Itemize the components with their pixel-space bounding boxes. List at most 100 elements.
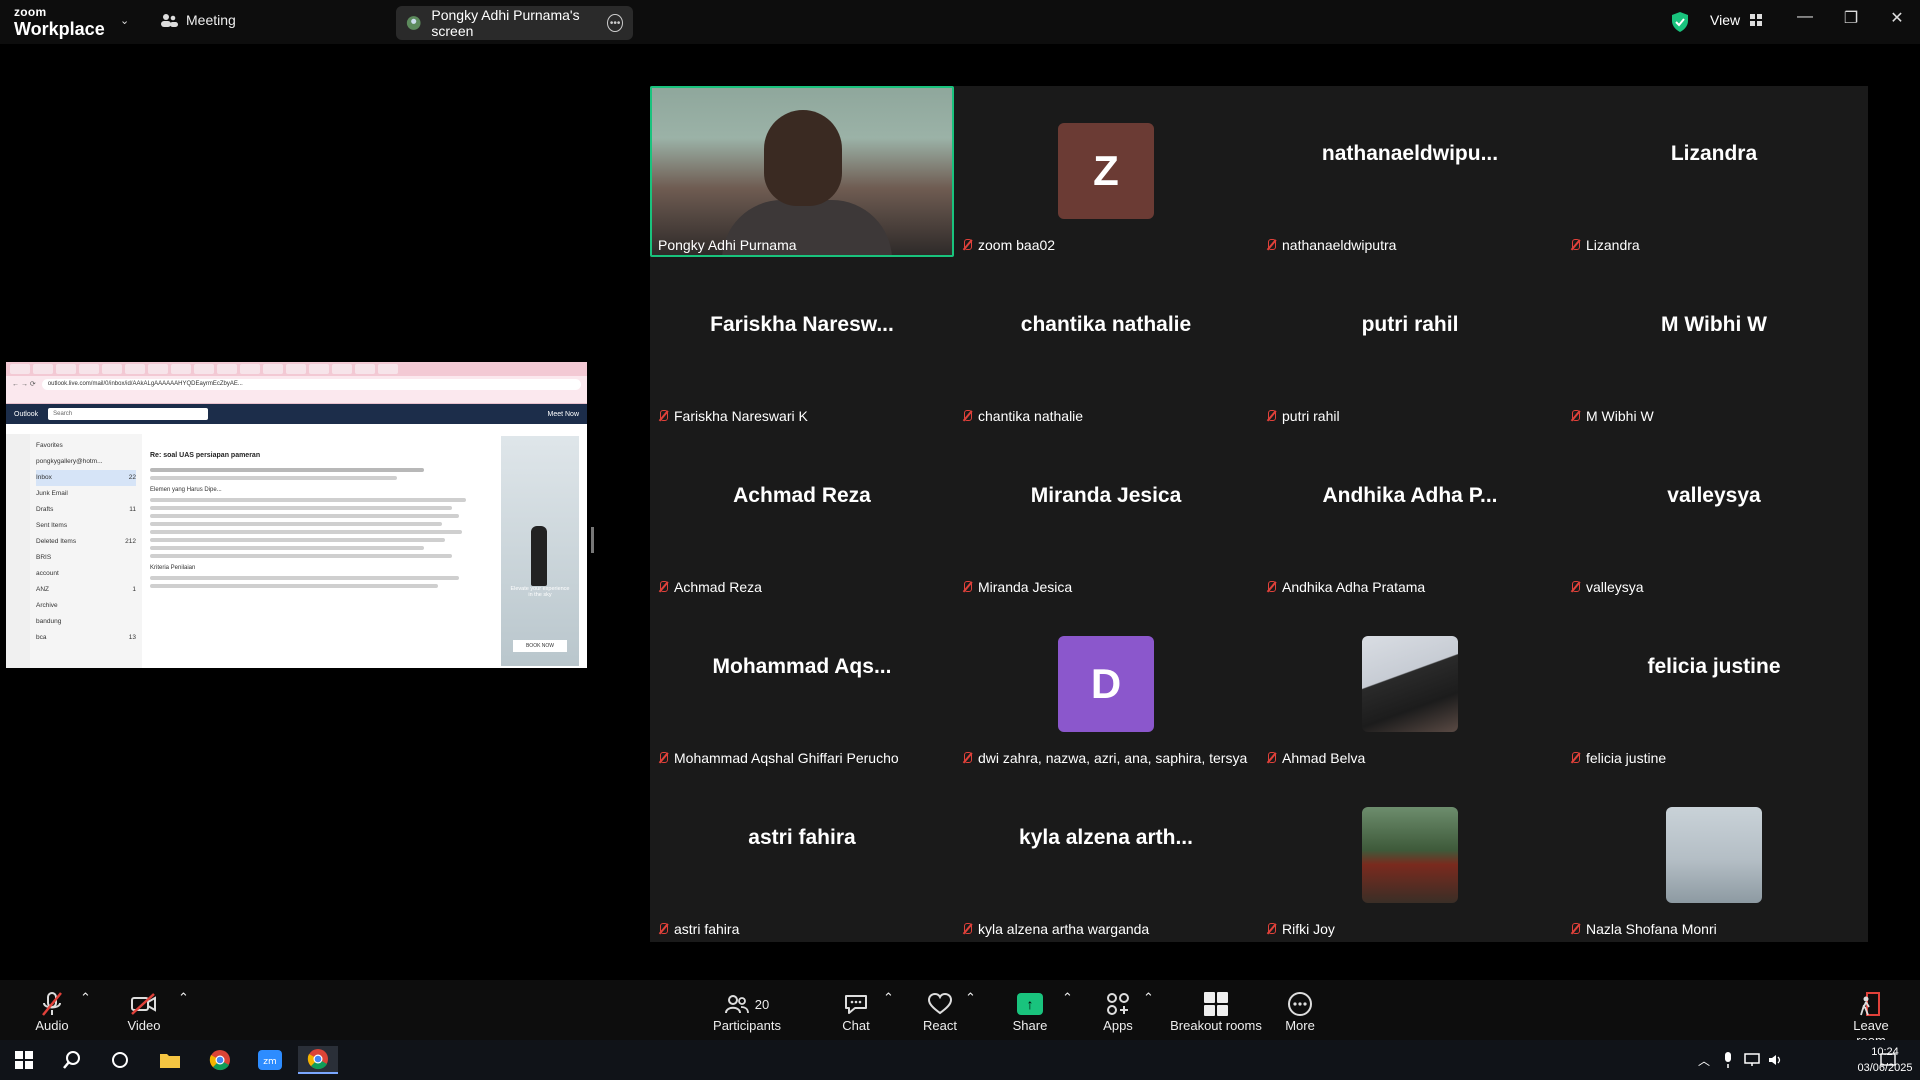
participant-tile[interactable]: Fariskha Naresw... Fariskha Nareswari K	[650, 257, 954, 428]
participant-tile[interactable]: Rifki Joy	[1258, 770, 1562, 941]
participant-tile[interactable]: putri rahil putri rahil	[1258, 257, 1562, 428]
zoom-workplace-logo[interactable]: zoom Workplace	[14, 6, 105, 38]
microphone-muted-icon	[1266, 409, 1276, 423]
participant-display-name: astri fahira	[748, 826, 856, 849]
participant-display-name: Mohammad Aqs...	[712, 655, 892, 678]
chevron-down-icon[interactable]: ⌄	[120, 14, 129, 27]
microphone-muted-icon	[658, 922, 668, 936]
share-button[interactable]: ↑ Share	[1010, 990, 1050, 1033]
file-explorer-icon[interactable]	[150, 1046, 190, 1074]
participant-tile[interactable]: M Wibhi W M Wibhi W	[1562, 257, 1866, 428]
share-options-caret[interactable]: ⌃	[1062, 990, 1073, 1006]
participant-name: kyla alzena artha warganda	[978, 921, 1150, 937]
people-icon	[161, 14, 178, 27]
participant-tile[interactable]: chantika nathalie chantika nathalie	[954, 257, 1258, 428]
microphone-muted-icon	[1570, 922, 1580, 936]
meet-now-label: Meet Now	[547, 410, 579, 418]
participant-display-name: nathanaeldwipu...	[1321, 142, 1499, 165]
screen-share-icon	[406, 16, 421, 30]
participant-tile[interactable]: Mohammad Aqs... Mohammad Aqshal Ghiffari …	[650, 599, 954, 770]
notification-icon[interactable]	[1876, 1046, 1900, 1074]
participant-tile[interactable]: Andhika Adha P... Andhika Adha Pratama	[1258, 428, 1562, 599]
microphone-muted-icon	[42, 992, 62, 1016]
microphone-muted-icon	[1570, 751, 1580, 765]
participant-tile[interactable]: valleysya valleysya	[1562, 428, 1866, 599]
microphone-muted-icon	[1570, 238, 1580, 252]
participant-tile[interactable]: Ahmad Belva	[1258, 599, 1562, 770]
folder-item: Archive	[36, 602, 58, 609]
zoom-app-icon[interactable]: zm	[250, 1046, 290, 1074]
breakout-rooms-icon	[1204, 992, 1228, 1016]
participants-button[interactable]: 20 Participants	[712, 990, 782, 1033]
participant-name-label: putri rahil	[1266, 408, 1340, 424]
microphone-muted-icon	[962, 409, 972, 423]
view-button[interactable]: View	[1710, 12, 1763, 28]
volume-icon[interactable]	[1764, 1046, 1788, 1074]
participant-tile[interactable]: Ddwi zahra, nazwa, azri, ana, saphira, t…	[954, 599, 1258, 770]
video-button[interactable]: Video	[126, 990, 162, 1033]
video-options-caret[interactable]: ⌃	[178, 990, 189, 1006]
participant-video	[650, 86, 954, 257]
shared-screen-label: Pongky Adhi Purnama's screen	[431, 7, 580, 39]
participant-name-label: zoom baa02	[962, 237, 1055, 253]
chevron-up-icon[interactable]: ︿	[1692, 1046, 1716, 1074]
network-icon[interactable]	[1740, 1046, 1764, 1074]
participant-name-label: Mohammad Aqshal Ghiffari Perucho	[658, 750, 899, 766]
participant-tile[interactable]: Lizandra Lizandra	[1562, 86, 1866, 257]
participant-tile[interactable]: nathanaeldwipu... nathanaeldwiputra	[1258, 86, 1562, 257]
participant-name: nathanaeldwiputra	[1282, 237, 1397, 253]
windows-start-icon[interactable]	[4, 1046, 44, 1074]
participant-name-label: Miranda Jesica	[962, 579, 1072, 595]
microphone-muted-icon	[1570, 580, 1580, 594]
audio-label: Audio	[35, 1018, 69, 1033]
chat-options-caret[interactable]: ⌃	[883, 990, 894, 1006]
chrome-icon[interactable]	[200, 1046, 240, 1074]
participant-tile[interactable]: Miranda Jesica Miranda Jesica	[954, 428, 1258, 599]
participant-tile[interactable]: Zzoom baa02	[954, 86, 1258, 257]
avatar-photo	[1362, 807, 1458, 903]
meeting-button[interactable]: Meeting	[160, 12, 236, 28]
participant-name-label: Lizandra	[1570, 237, 1640, 253]
participant-tile[interactable]: kyla alzena arth... kyla alzena artha war…	[954, 770, 1258, 941]
windows-taskbar: zm ︿ 10:24 03/06/2025	[0, 1040, 1920, 1080]
brand-top: zoom	[14, 5, 47, 19]
participant-name: Fariskha Nareswari K	[674, 408, 808, 424]
avatar-photo	[1362, 636, 1458, 732]
folder-item: ANZ 1	[36, 586, 136, 593]
svg-text:zm: zm	[263, 1057, 277, 1067]
participant-name-label: Andhika Adha Pratama	[1266, 579, 1425, 595]
task-view-icon[interactable]	[100, 1046, 140, 1074]
apps-options-caret[interactable]: ⌃	[1143, 990, 1154, 1006]
shared-screen-pill[interactable]: Pongky Adhi Purnama's screen •••	[396, 6, 633, 40]
participant-name: Nazla Shofana Monri	[1586, 921, 1717, 937]
close-icon[interactable]: ✕	[1882, 8, 1912, 28]
breakout-rooms-button[interactable]: Breakout rooms	[1166, 990, 1266, 1033]
apps-button[interactable]: Apps	[1098, 990, 1138, 1033]
meeting-label: Meeting	[186, 12, 236, 28]
participant-name-label: dwi zahra, nazwa, azri, ana, saphira, te…	[962, 750, 1247, 766]
participant-tile[interactable]: Achmad Reza Achmad Reza	[650, 428, 954, 599]
audio-button[interactable]: Audio	[34, 990, 70, 1033]
react-options-caret[interactable]: ⌃	[965, 990, 976, 1006]
participant-tile[interactable]: Pongky Adhi Purnama	[650, 86, 954, 257]
minimize-icon[interactable]: —	[1790, 8, 1820, 26]
participant-tile[interactable]: felicia justine felicia justine	[1562, 599, 1866, 770]
react-button[interactable]: React	[920, 990, 960, 1033]
search-icon[interactable]	[52, 1046, 92, 1074]
more-options-icon[interactable]: •••	[607, 14, 623, 32]
resize-handle[interactable]	[591, 527, 594, 553]
restore-icon[interactable]: ❐	[1836, 8, 1866, 28]
participant-display-name: chantika nathalie	[1020, 313, 1192, 336]
chrome-active-icon[interactable]	[298, 1046, 338, 1074]
shield-icon[interactable]	[1670, 11, 1690, 33]
audio-options-caret[interactable]: ⌃	[80, 990, 91, 1006]
participant-name-label: Achmad Reza	[658, 579, 762, 595]
participant-tile[interactable]: Nazla Shofana Monri	[1562, 770, 1866, 941]
shared-screen-view[interactable]: ← → ⟳ outlook.live.com/mail/0/inbox/id/A…	[6, 362, 587, 668]
participant-display-name: Miranda Jesica	[1030, 484, 1182, 507]
chat-button[interactable]: Chat	[836, 990, 876, 1033]
email-section-1: Elemen yang Harus Dipe...	[150, 487, 222, 493]
microphone-tray-icon[interactable]	[1716, 1046, 1740, 1074]
participant-tile[interactable]: astri fahira astri fahira	[650, 770, 954, 941]
more-button[interactable]: More	[1282, 990, 1318, 1033]
